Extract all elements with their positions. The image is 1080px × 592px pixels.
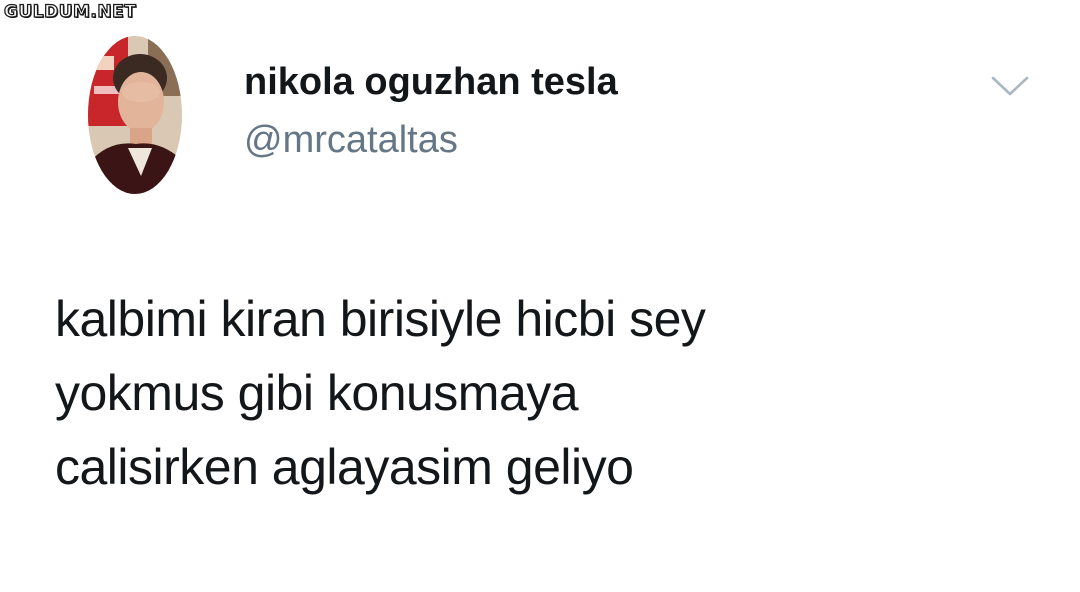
tweet-text-line: calisirken aglayasim geliyo [55, 439, 634, 495]
tweet-text-line: kalbimi kiran birisiyle hicbi sey [55, 291, 706, 347]
tweet-text: kalbimi kiran birisiyle hicbi sey yokmus… [55, 282, 1045, 504]
avatar[interactable] [88, 36, 182, 194]
tweet-text-line: yokmus gibi konusmaya [55, 365, 579, 421]
chevron-down-icon [991, 76, 1029, 96]
avatar-photo [88, 36, 182, 194]
site-watermark: GULDUM.NET [3, 2, 137, 22]
author-handle[interactable]: @mrcataltas [244, 118, 458, 164]
author-display-name[interactable]: nikola oguzhan tesla [244, 60, 618, 106]
tweet-menu-button[interactable] [986, 68, 1034, 104]
